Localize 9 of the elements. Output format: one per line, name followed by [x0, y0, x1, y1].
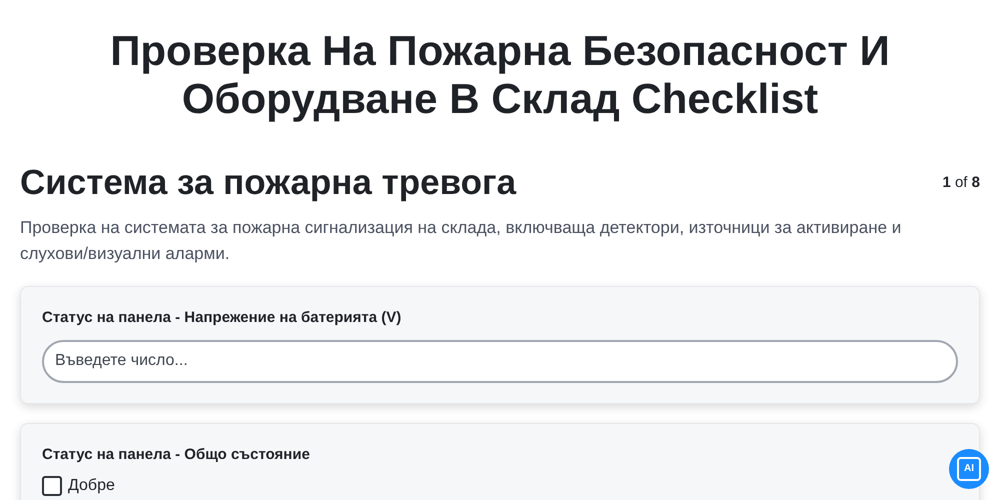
- question-label: Статус на панела - Напрежение на батерията (V): [42, 308, 402, 328]
- checkbox[interactable]: [42, 476, 62, 496]
- number-field[interactable]: Въведете число...: [42, 340, 958, 382]
- page-title: Проверка На Пожарна Безопасност И Оборудване В Склад Checklist: [109, 27, 891, 123]
- question-label: Статус на панела - Общо състояние: [42, 444, 311, 464]
- page-counter: 1 of 8: [942, 173, 980, 193]
- section-description: Проверка на системата за пожарна сигнализация на склада, включваща детектори, източници за активиране и слухови/визуални аларми.: [20, 217, 902, 265]
- section-heading: Система за пожарна тревога: [20, 162, 516, 204]
- option-label: Добре: [68, 477, 115, 495]
